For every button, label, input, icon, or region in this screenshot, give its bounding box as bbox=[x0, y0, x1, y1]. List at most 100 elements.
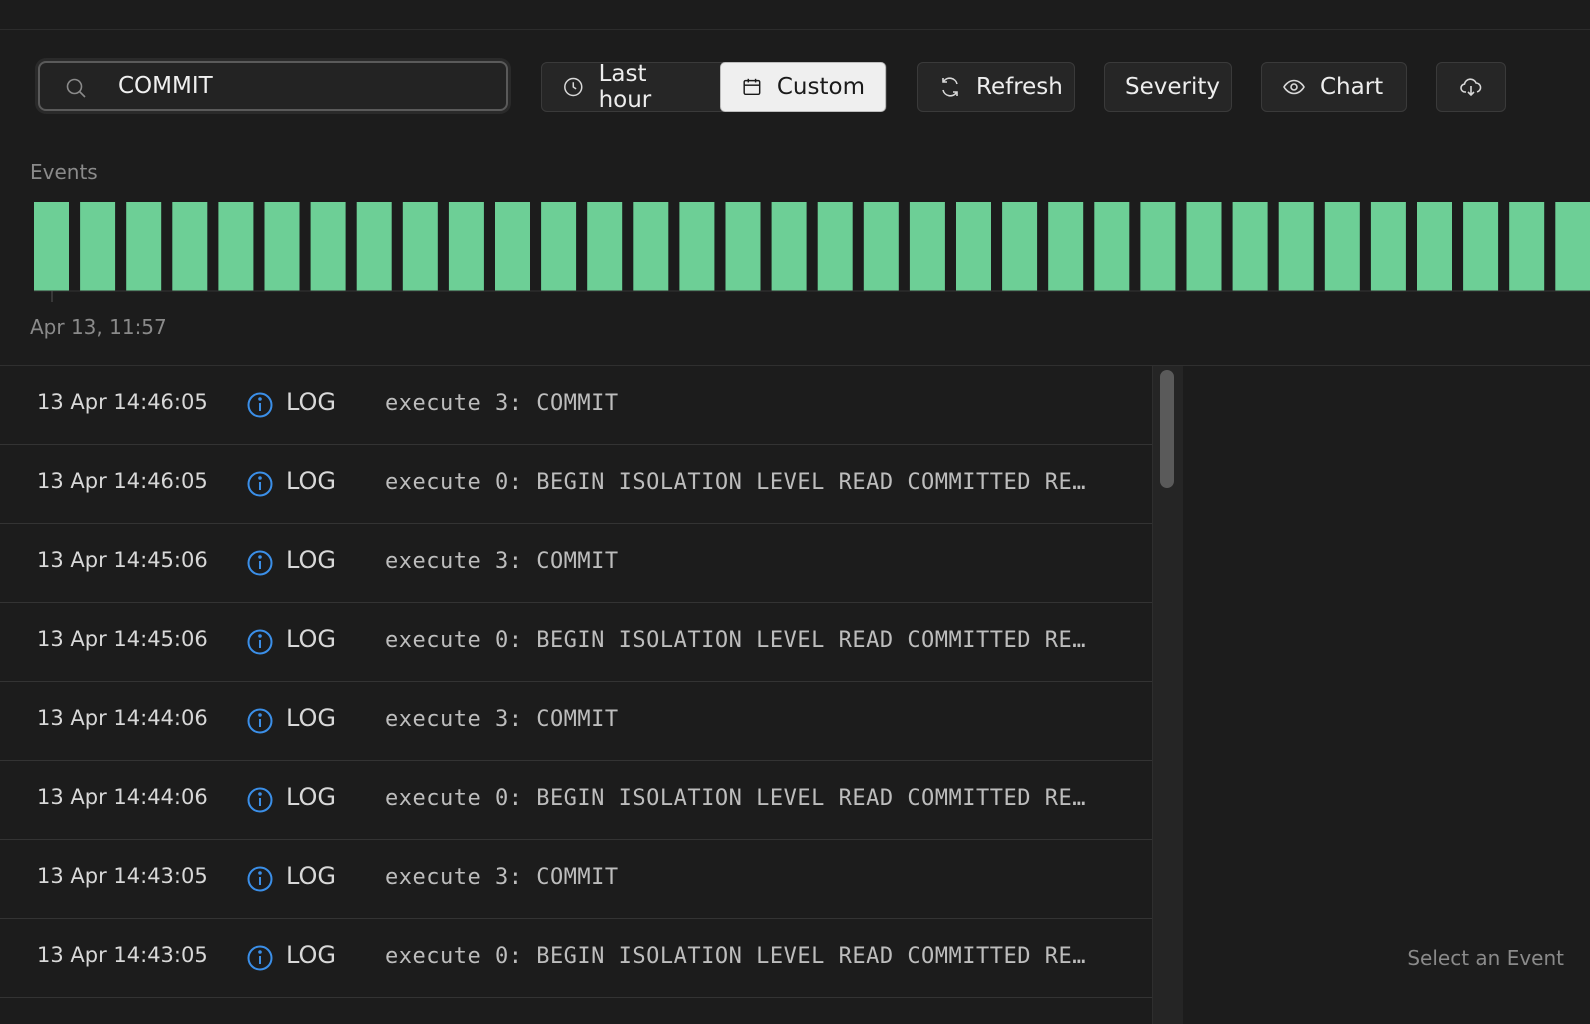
log-timestamp: 13 Apr 14:45:06 bbox=[37, 627, 208, 651]
log-timestamp: 13 Apr 14:44:06 bbox=[37, 706, 208, 730]
event-bar[interactable] bbox=[126, 202, 162, 291]
events-bars bbox=[34, 202, 1590, 302]
info-icon bbox=[247, 787, 273, 813]
log-message: execute 3: COMMIT bbox=[385, 549, 619, 574]
log-list[interactable]: 13 Apr 14:46:05 LOG execute 3: COMMIT 13 Ap… bbox=[0, 366, 1152, 1024]
log-message: execute 3: COMMIT bbox=[385, 865, 619, 890]
refresh-button-label: Refresh bbox=[976, 74, 1063, 100]
event-bar[interactable] bbox=[1094, 202, 1130, 291]
severity-button[interactable]: Severity bbox=[1104, 62, 1232, 112]
event-bar[interactable] bbox=[863, 202, 899, 291]
search-input[interactable] bbox=[118, 63, 498, 109]
log-row[interactable]: 13 Apr 14:46:05 LOG execute 3: COMMIT bbox=[0, 366, 1152, 445]
calendar-icon bbox=[743, 78, 761, 96]
search-box[interactable] bbox=[38, 61, 508, 111]
event-bar[interactable] bbox=[909, 202, 945, 291]
event-bar[interactable] bbox=[448, 202, 484, 291]
event-bar[interactable] bbox=[34, 202, 69, 291]
event-bar[interactable] bbox=[310, 202, 346, 291]
event-bar[interactable] bbox=[633, 202, 669, 291]
chart-start-label: Apr 13, 11:57 bbox=[30, 315, 167, 339]
log-row[interactable]: 13 Apr 14:44:06 LOG execute 3: COMMIT bbox=[0, 682, 1152, 761]
log-timestamp: 13 Apr 14:46:05 bbox=[37, 469, 208, 493]
info-icon bbox=[247, 471, 273, 497]
log-message: execute 0: BEGIN ISOLATION LEVEL READ CO… bbox=[385, 470, 1087, 495]
event-bar[interactable] bbox=[1140, 202, 1176, 291]
log-row[interactable]: 13 Apr 14:45:06 LOG execute 0: BEGIN ISOLA… bbox=[0, 603, 1152, 682]
log-severity: LOG bbox=[286, 546, 337, 574]
event-bar[interactable] bbox=[1002, 202, 1038, 291]
scrollbar-thumb[interactable] bbox=[1160, 370, 1174, 488]
event-bar[interactable] bbox=[541, 202, 577, 291]
info-icon bbox=[247, 866, 273, 892]
log-row[interactable]: 13 Apr 14:43:05 LOG execute 3: COMMIT bbox=[0, 840, 1152, 919]
refresh-icon bbox=[942, 77, 958, 97]
event-bar[interactable] bbox=[1463, 202, 1499, 291]
search-icon bbox=[66, 78, 86, 98]
log-row[interactable]: 13 Apr 14:46:05 LOG execute 0: BEGIN ISOLA… bbox=[0, 445, 1152, 524]
event-bar[interactable] bbox=[1278, 202, 1314, 291]
log-timestamp: 13 Apr 14:43:05 bbox=[37, 943, 208, 967]
log-row[interactable]: 13 Apr 14:44:06 LOG execute 0: BEGIN ISOLA… bbox=[0, 761, 1152, 840]
cloud-download-icon bbox=[1460, 78, 1482, 97]
event-bar[interactable] bbox=[1509, 202, 1545, 291]
log-severity: LOG bbox=[286, 704, 337, 732]
event-bar[interactable] bbox=[725, 202, 761, 291]
event-bar[interactable] bbox=[679, 202, 715, 291]
time-range-selector[interactable]: Last hour Custom bbox=[541, 61, 887, 113]
event-bar[interactable] bbox=[356, 202, 392, 291]
time-range-custom[interactable]: Custom bbox=[720, 62, 886, 112]
info-icon bbox=[247, 708, 273, 734]
log-timestamp: 13 Apr 14:44:06 bbox=[37, 785, 208, 809]
event-bar[interactable] bbox=[1324, 202, 1360, 291]
event-bar[interactable] bbox=[587, 202, 623, 291]
time-range-custom-label: Custom bbox=[776, 74, 865, 100]
top-divider bbox=[0, 29, 1590, 30]
event-bar[interactable] bbox=[495, 202, 530, 291]
info-icon bbox=[247, 550, 273, 576]
event-bar[interactable] bbox=[1186, 202, 1222, 291]
refresh-button[interactable]: Refresh bbox=[917, 62, 1075, 112]
log-severity: LOG bbox=[286, 388, 337, 416]
log-message: execute 0: BEGIN ISOLATION LEVEL READ CO… bbox=[385, 786, 1087, 811]
select-event-placeholder: Select an Event bbox=[1407, 946, 1564, 970]
time-range-last-hour[interactable]: Last hour bbox=[542, 61, 720, 113]
log-timestamp: 13 Apr 14:45:06 bbox=[37, 548, 208, 572]
event-bar[interactable] bbox=[1232, 202, 1268, 291]
info-icon bbox=[247, 945, 273, 971]
log-message: execute 3: COMMIT bbox=[385, 391, 619, 416]
log-timestamp: 13 Apr 14:46:05 bbox=[37, 390, 208, 414]
event-bar[interactable] bbox=[80, 202, 116, 291]
event-bar[interactable] bbox=[172, 202, 208, 291]
event-bar[interactable] bbox=[1048, 202, 1084, 291]
severity-button-label: Severity bbox=[1125, 74, 1220, 100]
clock-icon bbox=[564, 77, 583, 97]
event-bar[interactable] bbox=[1555, 202, 1590, 291]
log-severity: LOG bbox=[286, 862, 337, 890]
event-bar[interactable] bbox=[264, 202, 300, 291]
eye-icon bbox=[1283, 79, 1305, 95]
event-detail-panel: Select an Event bbox=[1183, 366, 1590, 1024]
log-list-scrollbar[interactable] bbox=[1152, 366, 1184, 1024]
event-bar[interactable] bbox=[218, 202, 254, 291]
event-bar[interactable] bbox=[1370, 202, 1406, 291]
info-icon bbox=[247, 629, 273, 655]
events-label: Events bbox=[30, 160, 98, 184]
chart-toggle-label: Chart bbox=[1320, 74, 1384, 100]
event-bar[interactable] bbox=[1417, 202, 1452, 291]
events-chart bbox=[0, 200, 1590, 320]
log-severity: LOG bbox=[286, 467, 337, 495]
chart-toggle-button[interactable]: Chart bbox=[1261, 62, 1407, 112]
log-row[interactable]: 13 Apr 14:45:06 LOG execute 3: COMMIT bbox=[0, 524, 1152, 603]
event-bar[interactable] bbox=[771, 202, 807, 291]
time-range-last-hour-label: Last hour bbox=[598, 61, 652, 113]
event-bar[interactable] bbox=[817, 202, 853, 291]
event-bar[interactable] bbox=[956, 202, 991, 291]
log-severity: LOG bbox=[286, 625, 337, 653]
info-icon bbox=[247, 392, 273, 418]
log-message: execute 0: BEGIN ISOLATION LEVEL READ CO… bbox=[385, 628, 1087, 653]
log-message: execute 0: BEGIN ISOLATION LEVEL READ CO… bbox=[385, 944, 1087, 969]
download-button[interactable] bbox=[1436, 62, 1506, 112]
event-bar[interactable] bbox=[402, 202, 438, 291]
log-row[interactable]: 13 Apr 14:43:05 LOG execute 0: BEGIN ISOLA… bbox=[0, 919, 1152, 998]
